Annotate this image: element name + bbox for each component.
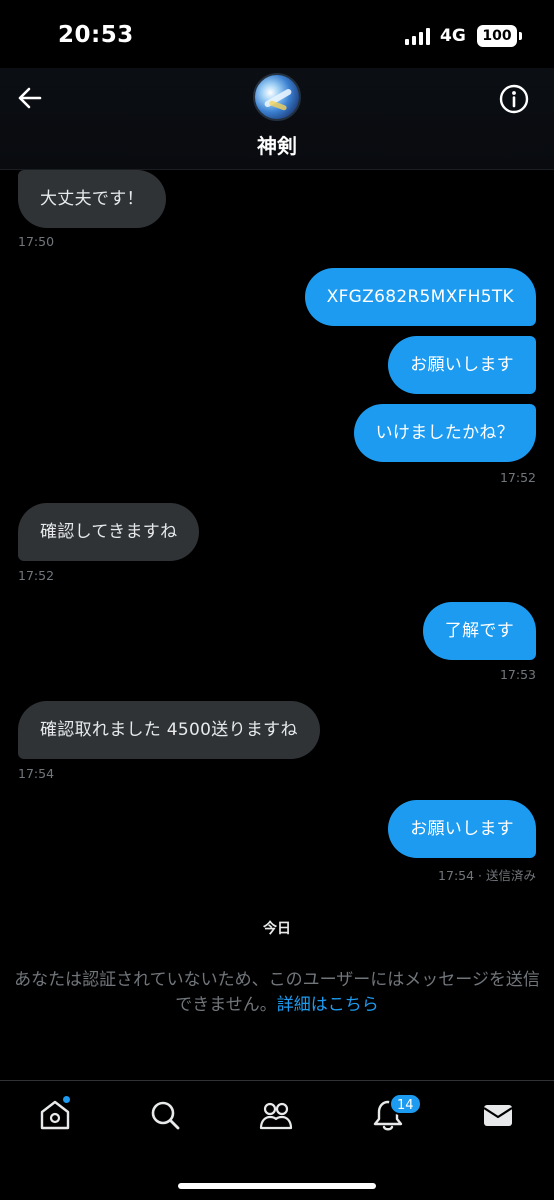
message-timestamp: 17:52	[499, 470, 536, 485]
mail-icon[interactable]	[480, 1097, 516, 1133]
contact-name[interactable]: 神剣	[0, 130, 554, 159]
date-divider: 今日	[263, 921, 291, 937]
message-timestamp: 17:50	[18, 234, 55, 249]
message-bubble-outgoing[interactable]: お願いします	[388, 336, 536, 394]
back-arrow-icon[interactable]	[12, 80, 48, 116]
notifications-badge: 14	[389, 1093, 422, 1115]
home-unread-dot	[62, 1095, 71, 1104]
bottom-tab-bar: 14	[0, 1080, 554, 1200]
learn-more-link[interactable]: 詳細はこちら	[277, 995, 379, 1015]
status-bar: 20:53 4G 100	[0, 0, 554, 68]
message-bubble-outgoing[interactable]: お願いします	[388, 800, 536, 858]
message-timestamp: 17:52	[18, 568, 55, 583]
battery-tip	[519, 32, 522, 40]
communities-icon[interactable]	[258, 1097, 294, 1133]
home-indicator	[178, 1183, 376, 1189]
message-bubble-incoming[interactable]: 大丈夫です！	[18, 170, 166, 228]
message-bubble-incoming[interactable]: 確認取れました 4500送りますね	[18, 701, 320, 759]
message-timestamp: 17:53	[499, 667, 536, 682]
conversation-header: 神剣	[0, 68, 554, 170]
battery-icon: 100	[477, 25, 517, 47]
message-bubble-outgoing[interactable]: XFGZ682R5MXFH5TK	[304, 268, 536, 326]
message-bubble-incoming[interactable]: 確認してきますね	[18, 503, 200, 561]
network-label: 4G	[440, 26, 466, 46]
cannot-message-notice: あなたは認証されていないため、このユーザーにはメッセージを送信できません。詳細は…	[0, 968, 554, 1018]
status-time: 20:53	[58, 22, 134, 48]
message-bubble-outgoing[interactable]: いけましたかね？	[353, 404, 536, 462]
message-timestamp-sent: 17:54 · 送信済み	[438, 868, 536, 883]
search-icon[interactable]	[147, 1097, 183, 1133]
signal-icon	[405, 28, 430, 45]
info-icon[interactable]	[498, 83, 530, 115]
message-timestamp: 17:54	[18, 766, 55, 781]
message-bubble-outgoing[interactable]: 了解です	[422, 602, 536, 660]
avatar[interactable]	[253, 73, 301, 121]
